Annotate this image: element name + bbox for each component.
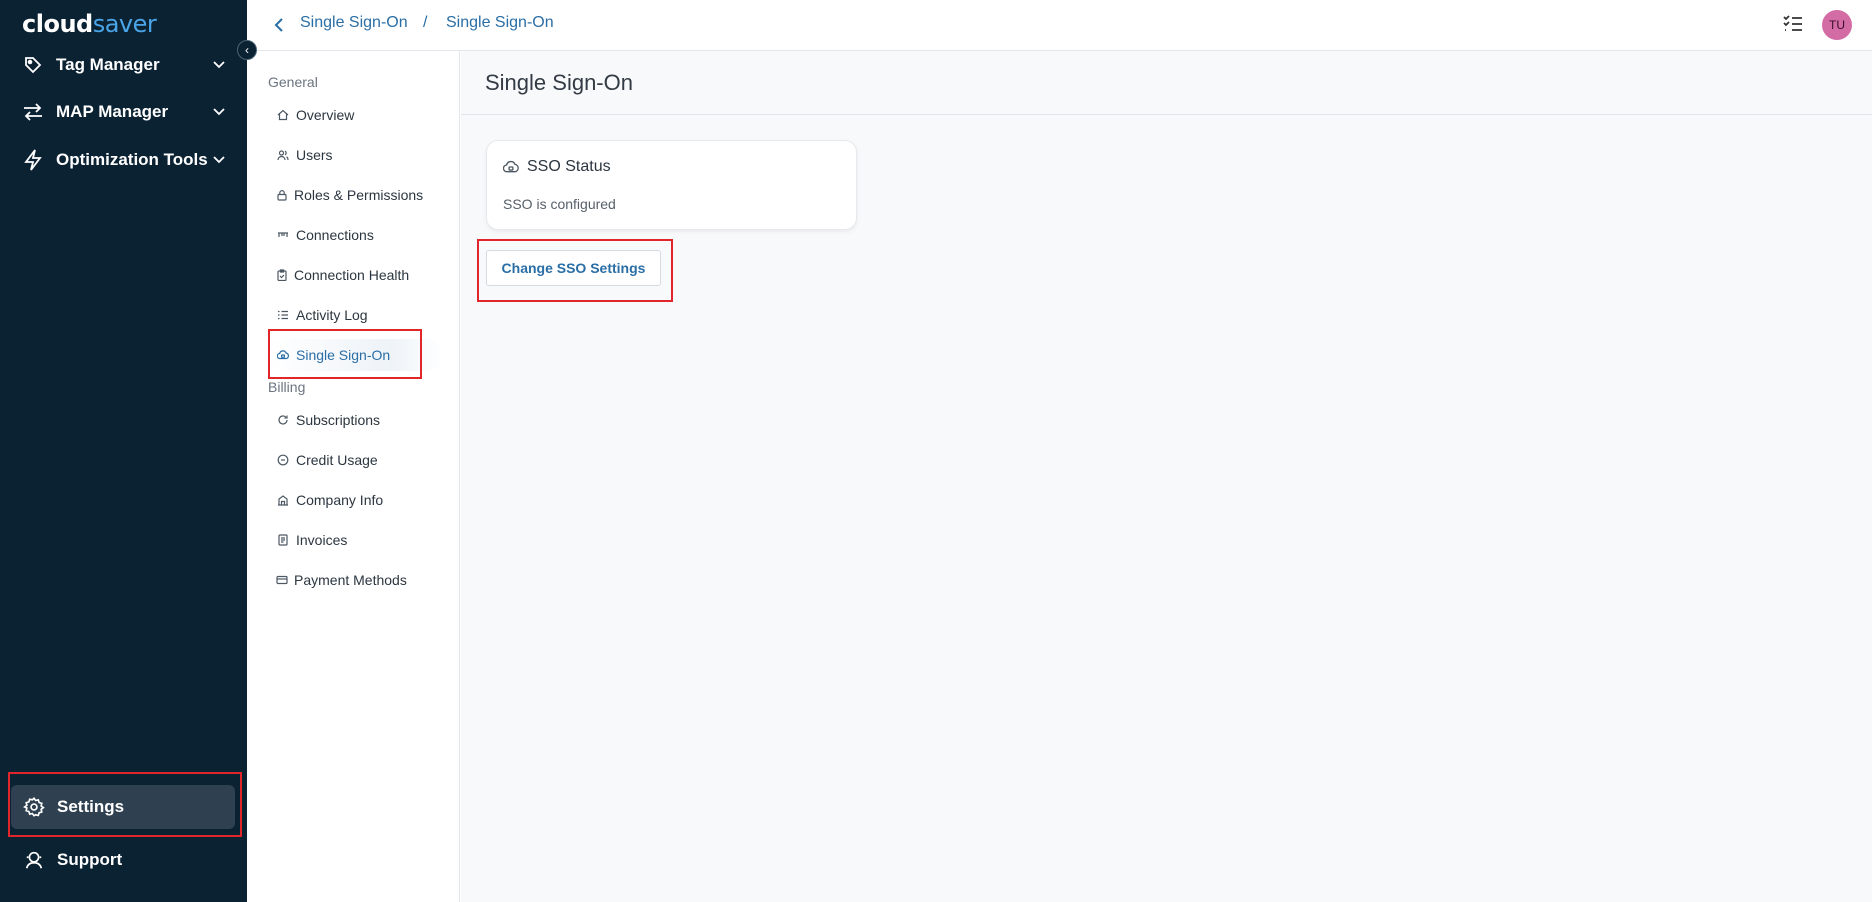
page-title: Single Sign-On — [485, 70, 633, 95]
avatar[interactable]: TU — [1822, 10, 1852, 40]
submenu-item-connections[interactable]: Connections — [268, 219, 388, 251]
lightning-icon — [20, 147, 46, 173]
tag-icon — [20, 52, 46, 78]
submenu-item-label: Activity Log — [296, 307, 368, 323]
top-header: Single Sign-On / Single Sign-On TU — [247, 0, 1872, 51]
chevron-down-icon[interactable] — [209, 150, 229, 170]
main-content: Single Sign-On SSO Status SSO is configu… — [461, 51, 1872, 902]
submenu-item-label: Payment Methods — [294, 572, 407, 588]
lock-icon — [276, 188, 288, 202]
arrows-icon — [20, 99, 46, 125]
submenu-item-connection-health[interactable]: Connection Health — [268, 259, 409, 291]
sso-status-card: SSO Status SSO is configured — [486, 140, 857, 230]
users-icon — [276, 148, 290, 162]
chevron-left-icon: ‹ — [245, 43, 249, 57]
submenu-item-subscriptions[interactable]: Subscriptions — [268, 404, 388, 436]
breadcrumb-item-current[interactable]: Single Sign-On — [446, 14, 554, 32]
credit-icon — [276, 453, 290, 467]
page-title-bar: Single Sign-On — [461, 51, 1872, 115]
chevron-down-icon[interactable] — [209, 102, 229, 122]
submenu-item-invoices[interactable]: Invoices — [268, 524, 388, 556]
invoice-icon — [276, 533, 290, 547]
gear-icon — [21, 794, 47, 820]
sso-status-text: SSO is configured — [503, 196, 616, 212]
settings-submenu: General Overview Users Roles & Permissio… — [247, 51, 460, 902]
submenu-item-label: Credit Usage — [296, 452, 378, 468]
collapse-sidebar-button[interactable]: ‹ — [237, 40, 257, 60]
submenu-item-label: Invoices — [296, 532, 348, 548]
card-icon — [276, 573, 288, 587]
back-arrow-icon[interactable] — [269, 15, 289, 35]
submenu-item-overview[interactable]: Overview — [268, 99, 388, 131]
support-icon — [21, 847, 47, 873]
submenu-item-credit-usage[interactable]: Credit Usage — [268, 444, 388, 476]
nav-support-label: Support — [57, 850, 123, 869]
breadcrumb-separator: / — [423, 14, 428, 31]
card-header: SSO Status — [503, 158, 611, 176]
submenu-item-label: Connection Health — [294, 267, 410, 283]
submenu-item-label: Single Sign-On — [296, 347, 391, 363]
building-icon — [276, 493, 290, 507]
card-title: SSO Status — [527, 158, 611, 175]
submenu-item-label: Connections — [296, 227, 374, 243]
main-sidebar: cloudsaver Tag Manager MAP Manager Optim… — [0, 0, 247, 902]
nav-optimization-tools-label: Optimization Tools — [56, 150, 208, 169]
submenu-item-label: Users — [296, 147, 333, 163]
submenu-item-activity-log[interactable]: Activity Log — [268, 299, 388, 331]
submenu-item-label: Roles & Permissions — [294, 187, 424, 203]
tasks-list-icon[interactable] — [1782, 13, 1804, 35]
cloud-lock-icon — [503, 159, 519, 175]
nav-optimization-tools[interactable]: Optimization Tools — [14, 140, 229, 180]
submenu-item-label: Company Info — [296, 492, 384, 508]
change-sso-settings-button[interactable]: Change SSO Settings — [486, 250, 661, 286]
submenu-item-roles-permissions[interactable]: Roles & Permissions — [268, 179, 423, 211]
breadcrumb-item-parent[interactable]: Single Sign-On — [300, 14, 408, 32]
nav-tag-manager[interactable]: Tag Manager — [14, 45, 229, 85]
clipboard-icon — [276, 268, 288, 282]
submenu-item-label: Subscriptions — [296, 412, 381, 428]
chevron-down-icon[interactable] — [209, 55, 229, 75]
nav-map-manager[interactable]: MAP Manager — [14, 92, 229, 132]
general-group-label: General — [268, 74, 318, 90]
subscriptions-icon — [276, 413, 290, 427]
nav-tag-manager-label: Tag Manager — [56, 55, 160, 74]
submenu-item-label: Overview — [296, 107, 355, 123]
nav-settings[interactable]: Settings — [11, 785, 235, 829]
submenu-item-single-sign-on[interactable]: Single Sign-On — [268, 339, 443, 371]
logo: cloudsaver — [22, 10, 157, 38]
submenu-item-company-info[interactable]: Company Info — [268, 484, 388, 516]
submenu-item-users[interactable]: Users — [268, 139, 388, 171]
nav-support[interactable]: Support — [11, 838, 235, 882]
nav-map-manager-label: MAP Manager — [56, 102, 169, 121]
billing-group-label: Billing — [268, 379, 306, 395]
nav-settings-label: Settings — [57, 797, 125, 816]
cloud-lock-icon — [276, 348, 290, 362]
list-icon — [276, 308, 290, 322]
submenu-item-payment-methods[interactable]: Payment Methods — [268, 564, 407, 596]
home-icon — [276, 108, 290, 122]
connections-icon — [276, 228, 290, 242]
